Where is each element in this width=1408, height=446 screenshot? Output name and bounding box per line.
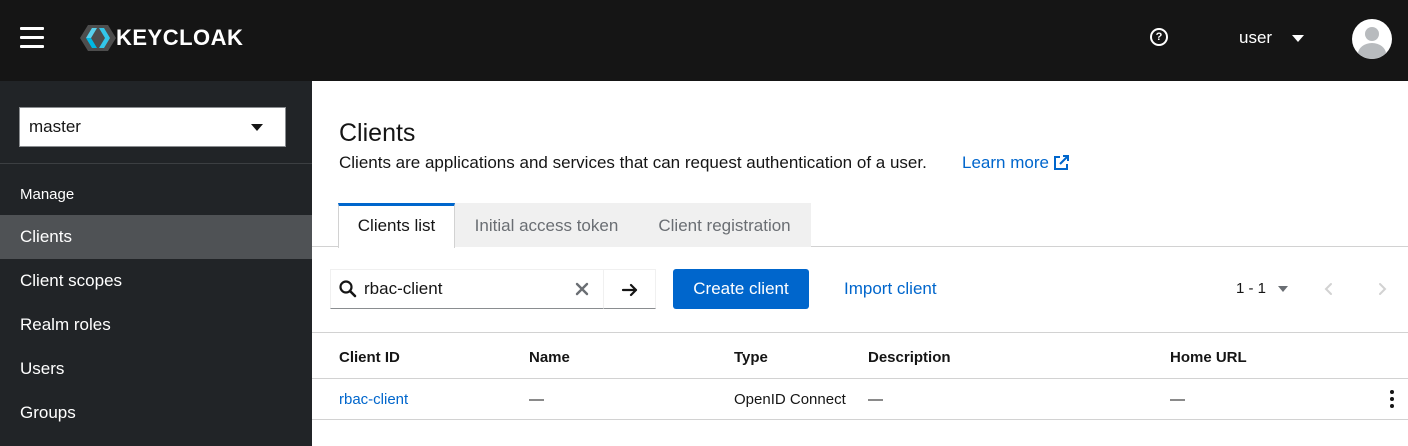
external-link-icon	[1053, 155, 1069, 170]
table-top-divider	[312, 332, 1408, 333]
sidebar-item-realm-roles[interactable]: Realm roles	[0, 303, 312, 347]
tab-clients-list[interactable]: Clients list	[338, 203, 455, 248]
hamburger-menu-icon[interactable]	[20, 27, 44, 49]
search-input[interactable]	[364, 270, 564, 308]
tab-initial-access-token[interactable]: Initial access token	[455, 203, 638, 247]
masthead: KEYCLOAK ? user	[0, 0, 1408, 81]
arrow-right-icon	[621, 283, 638, 297]
cell-name: —	[529, 391, 544, 408]
next-page-icon[interactable]	[1375, 281, 1389, 297]
cell-type: OpenID Connect	[734, 391, 846, 408]
column-header-home-url[interactable]: Home URL	[1170, 349, 1247, 366]
pagination-label: 1 - 1	[1236, 280, 1267, 297]
chevron-down-icon	[251, 124, 263, 131]
cell-client-id-link[interactable]: rbac-client	[339, 391, 408, 408]
column-header-type[interactable]: Type	[734, 349, 768, 366]
keycloak-logo-icon	[80, 25, 116, 51]
column-header-client-id[interactable]: Client ID	[339, 349, 400, 366]
create-client-button[interactable]: Create client	[673, 269, 809, 309]
sidebar-item-clients[interactable]: Clients	[0, 215, 312, 259]
user-label: user	[1239, 28, 1273, 47]
logo-text: KEYCLOAK	[116, 25, 244, 50]
column-header-name[interactable]: Name	[529, 349, 570, 366]
main-content: Clients Clients are applications and ser…	[312, 81, 1408, 446]
realm-selector[interactable]: master	[19, 107, 286, 147]
previous-page-icon[interactable]	[1322, 281, 1336, 297]
clear-search-icon[interactable]	[574, 281, 590, 297]
nav-section-manage: Manage	[20, 186, 75, 203]
sidebar-item-client-scopes[interactable]: Client scopes	[0, 259, 312, 303]
chevron-down-icon	[1278, 285, 1289, 292]
keycloak-logo[interactable]: KEYCLOAK	[78, 22, 243, 54]
page-description: Clients are applications and services th…	[339, 153, 927, 172]
column-header-description[interactable]: Description	[868, 349, 951, 366]
cell-description: —	[868, 391, 883, 408]
tab-client-registration[interactable]: Client registration	[638, 203, 811, 247]
page-title: Clients	[339, 119, 416, 147]
user-dropdown[interactable]: user	[1239, 28, 1305, 48]
sidebar: master Manage Clients Client scopes Real…	[0, 81, 312, 446]
learn-more-link[interactable]: Learn more	[962, 153, 1070, 173]
table-row-divider	[312, 419, 1408, 420]
chevron-down-icon	[1292, 34, 1305, 42]
sidebar-item-users[interactable]: Users	[0, 347, 312, 391]
search-submit-button[interactable]	[603, 269, 656, 309]
help-icon[interactable]: ?	[1150, 28, 1168, 46]
table-header-divider	[312, 378, 1408, 379]
sidebar-item-groups[interactable]: Groups	[0, 391, 312, 435]
learn-more-label: Learn more	[962, 153, 1049, 172]
search-icon	[339, 280, 357, 298]
row-actions-kebab-icon[interactable]	[1388, 390, 1396, 408]
avatar[interactable]	[1352, 19, 1392, 59]
search-box	[330, 269, 604, 309]
pagination-dropdown[interactable]: 1 - 1	[1236, 280, 1289, 297]
realm-selector-label: master	[29, 117, 81, 136]
sidebar-divider	[0, 163, 312, 164]
import-client-button[interactable]: Import client	[844, 279, 937, 299]
cell-home-url: —	[1170, 391, 1185, 408]
